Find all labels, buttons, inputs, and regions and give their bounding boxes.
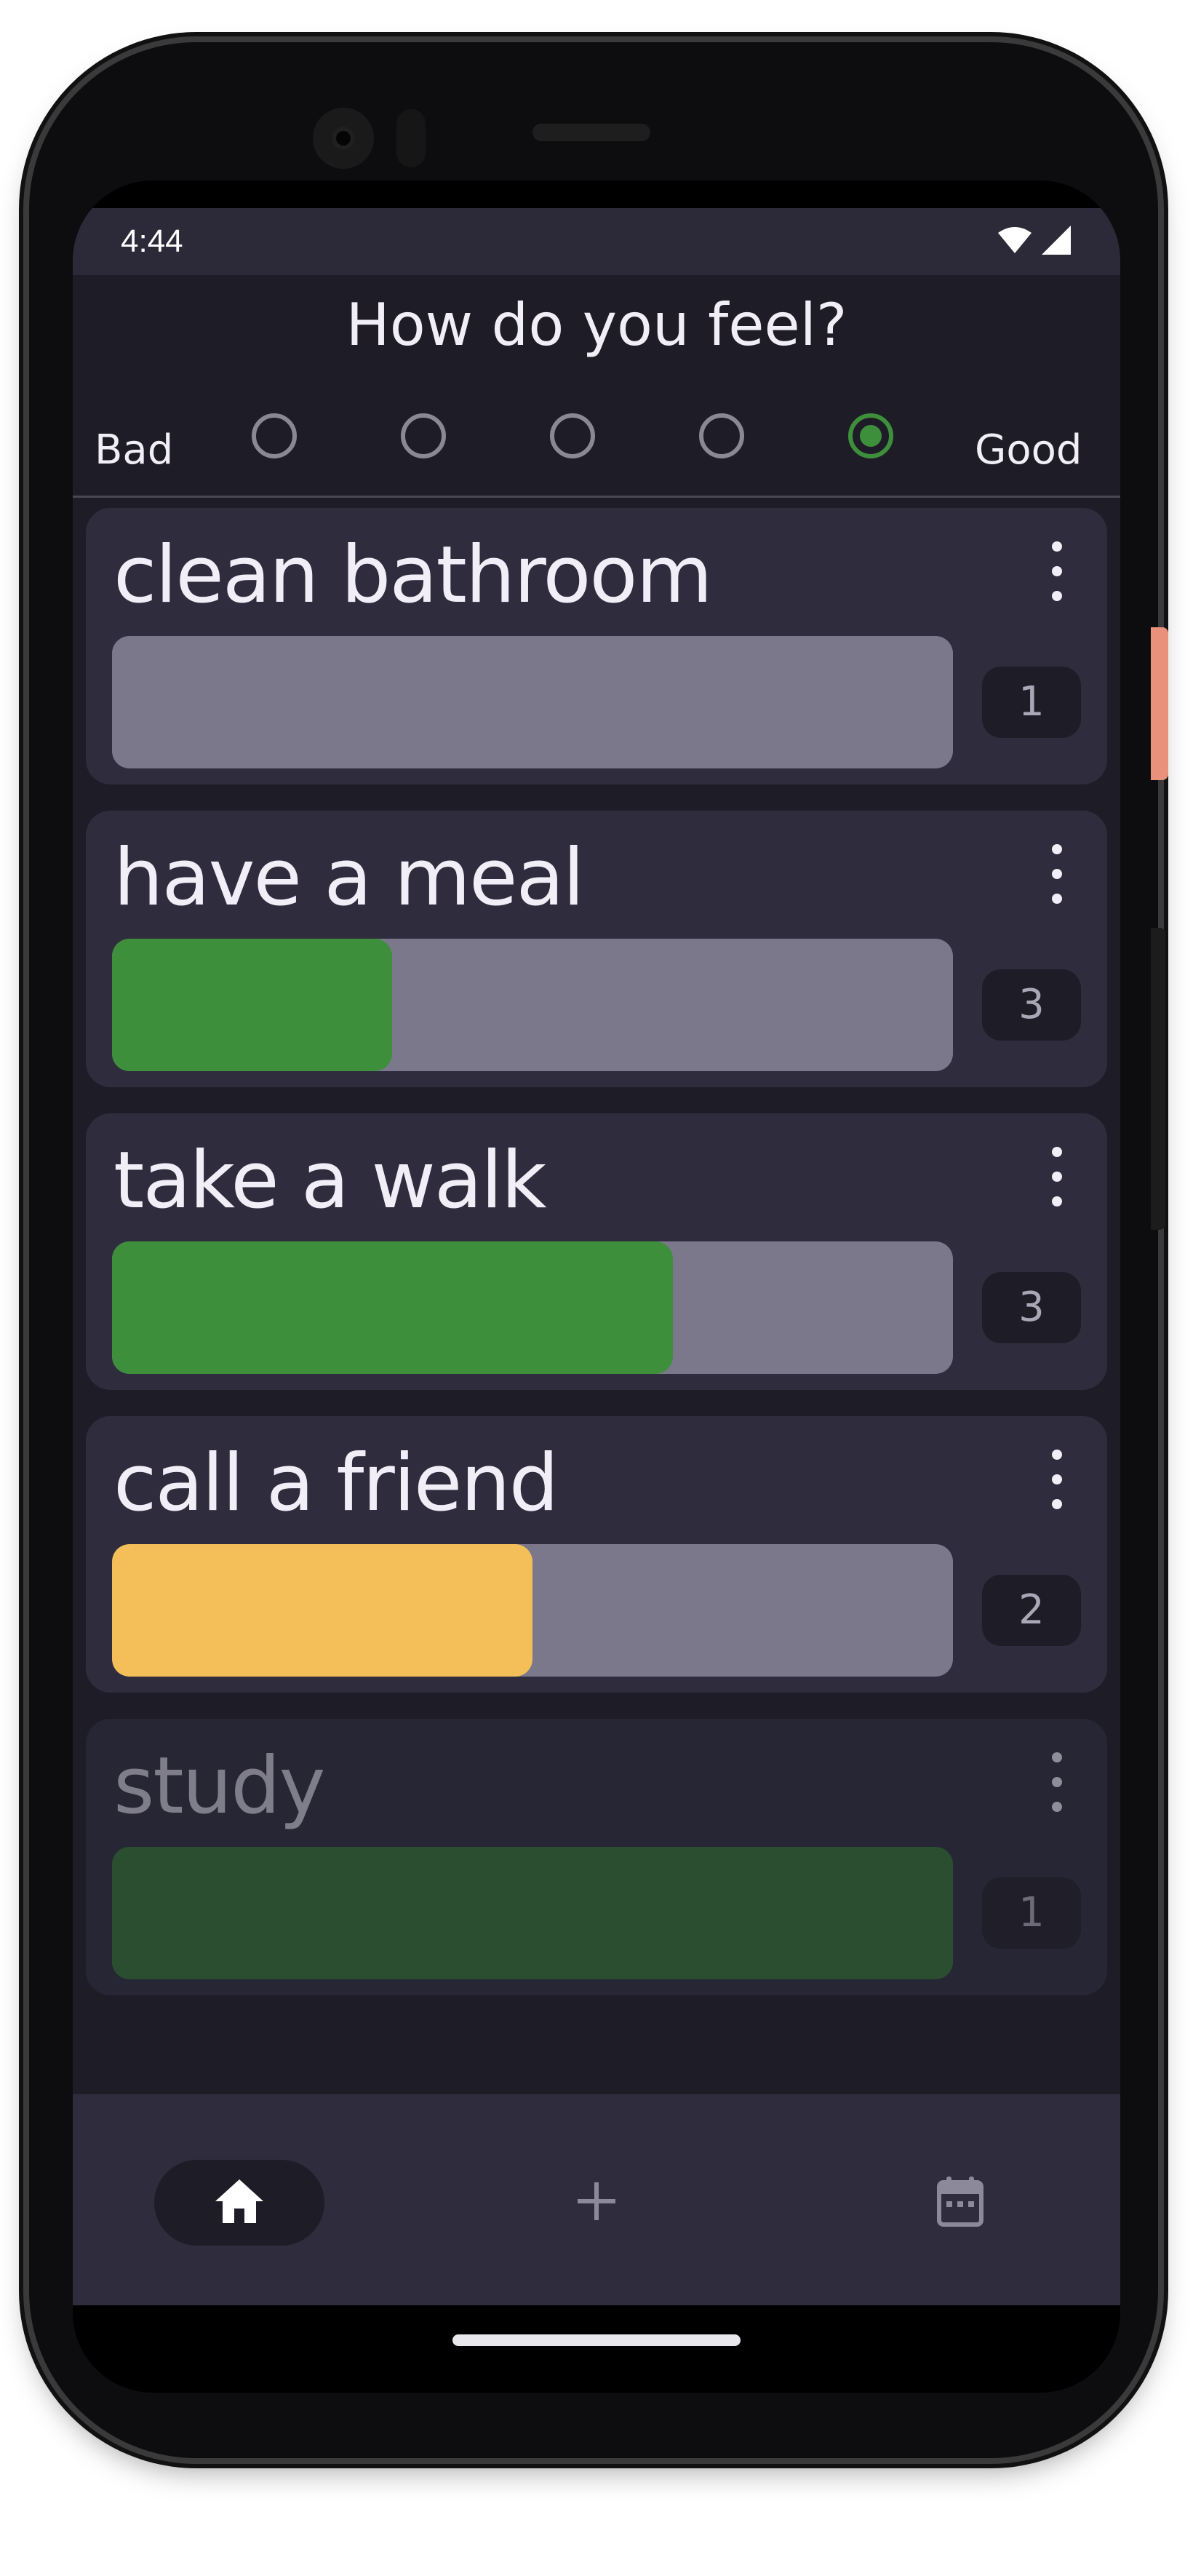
progress-bar[interactable] — [112, 1241, 953, 1374]
app-content: How do you feel? Bad Good clean bathroom… — [73, 275, 1120, 2298]
home-icon — [214, 2178, 265, 2227]
status-icons — [997, 224, 1072, 259]
mood-option-2[interactable] — [401, 413, 446, 458]
task-title: clean bathroom — [113, 530, 713, 621]
task-title: have a meal — [113, 832, 585, 923]
task-title: take a walk — [113, 1135, 547, 1226]
count-badge: 1 — [982, 667, 1081, 738]
task-card[interactable]: call a friend 2 — [86, 1416, 1107, 1693]
progress-fill — [112, 1241, 674, 1374]
count-badge: 3 — [982, 1272, 1081, 1343]
plus-icon — [576, 2181, 617, 2225]
status-time: 4:44 — [121, 223, 183, 259]
task-title: study — [113, 1741, 326, 1832]
more-vert-icon[interactable] — [1040, 1450, 1072, 1515]
power-button — [1151, 627, 1168, 780]
count-badge: 3 — [982, 969, 1081, 1041]
home-indicator — [452, 2334, 741, 2346]
progress-fill — [112, 939, 392, 1071]
nav-home-button[interactable] — [154, 2160, 324, 2246]
task-card[interactable]: have a meal 3 — [86, 811, 1107, 1087]
task-card[interactable]: clean bathroom 1 — [86, 508, 1107, 784]
page-title: How do you feel? — [346, 291, 847, 359]
task-title: call a friend — [113, 1438, 559, 1529]
nav-add-button[interactable] — [502, 2160, 691, 2246]
progress-bar[interactable] — [112, 1847, 953, 1979]
mood-option-1[interactable] — [252, 413, 297, 458]
mood-option-5[interactable] — [848, 413, 893, 458]
divider — [73, 496, 1120, 498]
earpiece-speaker — [532, 124, 650, 141]
count-badge: 2 — [982, 1575, 1081, 1646]
mood-option-3[interactable] — [550, 413, 595, 458]
more-vert-icon[interactable] — [1040, 844, 1072, 910]
task-card[interactable]: take a walk 3 — [86, 1113, 1107, 1390]
calendar-icon — [936, 2175, 984, 2230]
volume-button — [1151, 928, 1165, 1230]
more-vert-icon[interactable] — [1040, 1147, 1072, 1212]
progress-fill — [112, 1847, 953, 1979]
front-camera — [313, 108, 374, 169]
count-badge: 1 — [982, 1877, 1081, 1949]
nav-calendar-button[interactable] — [866, 2160, 1055, 2246]
progress-bar[interactable] — [112, 1544, 953, 1677]
mood-selector: Bad Good — [73, 406, 1120, 493]
status-bar: 4:44 — [73, 208, 1120, 275]
wifi-icon — [997, 226, 1033, 258]
proximity-sensor — [396, 109, 426, 167]
task-card[interactable]: study 1 — [86, 1719, 1107, 1995]
mood-option-4[interactable] — [699, 413, 744, 458]
mood-good-label: Good — [975, 426, 1082, 474]
signal-icon — [1040, 224, 1072, 259]
mood-bad-label: Bad — [95, 426, 174, 474]
progress-fill — [112, 1544, 532, 1677]
more-vert-icon[interactable] — [1040, 541, 1072, 607]
progress-bar[interactable] — [112, 939, 953, 1071]
bottom-navigation — [73, 2094, 1120, 2305]
more-vert-icon[interactable] — [1040, 1752, 1072, 1818]
progress-bar[interactable] — [112, 636, 953, 768]
screen: 4:44 How do you feel? Bad Good clean bat… — [73, 180, 1120, 2393]
